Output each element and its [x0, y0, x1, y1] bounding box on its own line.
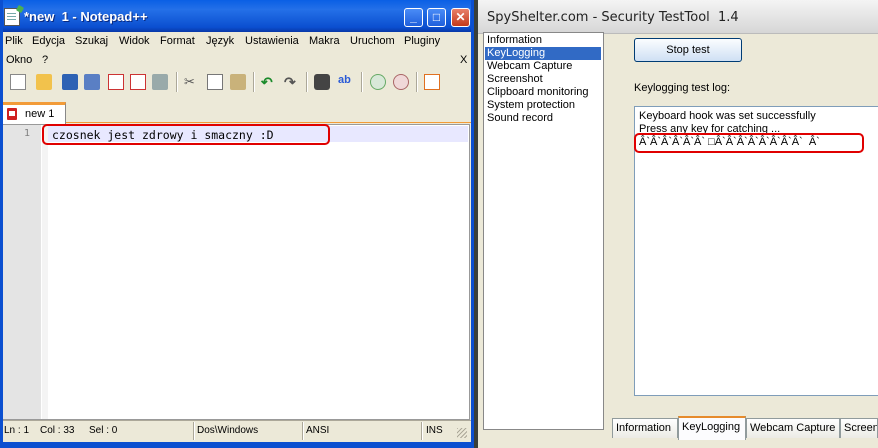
cut-icon[interactable]: ✂: [184, 74, 200, 90]
status-eol: Dos\Windows: [197, 425, 259, 436]
test-item-system[interactable]: System protection: [485, 99, 601, 112]
menu-pluginy[interactable]: Pluginy: [404, 35, 440, 47]
status-insert-mode: INS: [426, 425, 443, 436]
stop-test-button[interactable]: Stop test: [634, 38, 742, 62]
resize-grip[interactable]: [457, 428, 467, 438]
test-item-clipboard[interactable]: Clipboard monitoring: [485, 86, 601, 99]
menu-help[interactable]: ?: [42, 54, 48, 66]
toolbar-separator: [306, 72, 307, 92]
test-item-keylogging[interactable]: KeyLogging: [485, 47, 601, 60]
zoom-out-icon[interactable]: [393, 74, 409, 90]
menu-widok[interactable]: Widok: [119, 35, 150, 47]
notepadpp-title: *new 1 - Notepad++: [24, 9, 148, 24]
menu-ustawienia[interactable]: Ustawienia: [245, 35, 299, 47]
print-icon[interactable]: [152, 74, 168, 90]
undo-icon[interactable]: ↶: [261, 74, 277, 90]
new-file-icon[interactable]: [10, 74, 26, 90]
copy-icon[interactable]: [207, 74, 223, 90]
tab-webcam-capture[interactable]: Webcam Capture: [746, 418, 840, 438]
tab-keylogging[interactable]: KeyLogging: [678, 416, 746, 440]
document-tabbar: [0, 98, 474, 123]
redo-icon[interactable]: ↷: [284, 74, 300, 90]
line-number: 1: [24, 128, 31, 139]
status-divider: [193, 422, 194, 440]
test-item-sound[interactable]: Sound record: [485, 112, 601, 125]
zoom-in-icon[interactable]: [370, 74, 386, 90]
status-divider: [421, 422, 422, 440]
close-all-icon[interactable]: [130, 74, 146, 90]
highlight-annotation: [42, 124, 330, 145]
status-divider: [302, 422, 303, 440]
log-line: Keyboard hook was set successfully: [639, 110, 816, 122]
notepadpp-titlebar[interactable]: *new 1 - Notepad++: [0, 0, 474, 32]
paste-icon[interactable]: [230, 74, 246, 90]
window-frame: [0, 0, 3, 448]
status-line: Ln : 1: [4, 425, 30, 436]
menu-bar: Plik Edycja Szukaj Widok Format Język Us…: [0, 32, 474, 72]
tab-label: new 1: [25, 108, 55, 120]
open-folder-icon[interactable]: [36, 74, 52, 90]
tab-new-1[interactable]: new 1: [2, 102, 66, 124]
toolbar-separator: [176, 72, 177, 92]
text-editor[interactable]: [0, 124, 470, 420]
unsaved-document-icon: [7, 108, 17, 120]
highlight-annotation: [634, 133, 864, 153]
tab-screenshot[interactable]: Screen: [840, 418, 878, 438]
menu-uruchom[interactable]: Uruchom: [350, 35, 395, 47]
maximize-button[interactable]: □: [427, 8, 446, 27]
window-frame: [471, 0, 474, 448]
spyshelter-title: SpyShelter.com - Security TestTool 1.4: [487, 10, 739, 25]
toolbar-separator: [253, 72, 254, 92]
log-label: Keylogging test log:: [634, 82, 731, 94]
fold-margin: [42, 125, 48, 419]
spyshelter-titlebar[interactable]: SpyShelter.com - Security TestTool 1.4: [478, 0, 878, 34]
minimize-button[interactable]: _: [404, 8, 423, 27]
close-icon[interactable]: ✕: [451, 8, 470, 27]
test-item-information[interactable]: Information: [485, 34, 601, 47]
window-frame: [0, 442, 474, 448]
menu-plik[interactable]: Plik: [5, 35, 23, 47]
toolbar-separator: [361, 72, 362, 92]
status-column: Col : 33: [40, 425, 75, 436]
menu-makra[interactable]: Makra: [309, 35, 340, 47]
save-all-icon[interactable]: [84, 74, 100, 90]
test-item-screenshot[interactable]: Screenshot: [485, 73, 601, 86]
menu-szukaj[interactable]: Szukaj: [75, 35, 108, 47]
menu-format[interactable]: Format: [160, 35, 195, 47]
menu-close-document[interactable]: X: [460, 54, 467, 66]
toolbar: ✂ ↶ ↷ ab: [0, 70, 474, 96]
status-selection: Sel : 0: [89, 425, 118, 436]
find-icon[interactable]: [314, 74, 330, 90]
menu-jezyk[interactable]: Język: [206, 35, 234, 47]
status-encoding: ANSI: [306, 425, 330, 436]
test-item-webcam[interactable]: Webcam Capture: [485, 60, 601, 73]
tab-information[interactable]: Information: [612, 418, 678, 438]
save-icon[interactable]: [62, 74, 78, 90]
menu-edycja[interactable]: Edycja: [32, 35, 65, 47]
notepad-app-icon: [4, 8, 20, 26]
wrap-icon[interactable]: [424, 74, 440, 90]
toolbar-separator: [416, 72, 417, 92]
line-number-gutter: [1, 125, 41, 419]
menu-okno[interactable]: Okno: [6, 54, 32, 66]
replace-icon[interactable]: ab: [338, 74, 354, 90]
close-file-icon[interactable]: [108, 74, 124, 90]
